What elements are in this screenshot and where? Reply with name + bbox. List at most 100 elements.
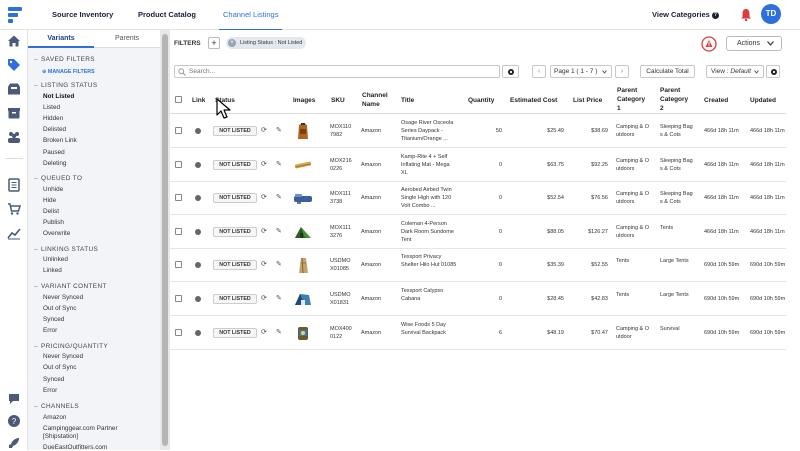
search-settings-button[interactable] [502,65,519,78]
rocket-icon[interactable] [7,436,21,450]
row-checkbox[interactable] [175,261,182,269]
status-badge[interactable]: NOT LISTED [213,126,257,136]
panel-scrollbar[interactable] [160,30,170,450]
filter-item-hide[interactable]: Hide [43,197,56,204]
status-badge[interactable]: NOT LISTED [213,193,257,204]
box-icon[interactable] [7,106,21,120]
title-cell[interactable]: Texsport Privacy Shelter Hilo Hut 01085 [401,253,456,269]
manage-filters-link[interactable]: ⊕ MANAGE FILTERS [42,69,95,75]
col-header-sku[interactable]: SKU [331,96,345,105]
table-row[interactable]: NOT LISTED ⟳ ✎ MOX111 3276 Amazon Coleman 4-Pe… [170,215,786,249]
chat-icon[interactable] [7,392,21,406]
nav-channel-listings[interactable]: Channel Listings [218,10,283,31]
report-icon[interactable] [7,178,21,192]
status-badge[interactable]: NOT LISTED [213,226,257,237]
filter-item-out-of-sync[interactable]: Out of Sync [43,305,76,312]
notification-bell-icon[interactable] [740,8,752,21]
filter-item-delist[interactable]: Delist [43,208,59,215]
row-checkbox[interactable] [175,194,182,202]
view-select[interactable]: View : Default [706,65,764,78]
saved-filters-section[interactable]: – SAVED FILTERS [34,56,95,63]
status-badge[interactable]: NOT LISTED [213,327,257,338]
filter-item-deleting[interactable]: Deleting [43,160,66,167]
filter-item-error[interactable]: Error [43,327,57,334]
filter-item-never-synced[interactable]: Never Synced [43,294,83,301]
table-row[interactable]: NOT LISTED ⟳ ✎ MOX110 7982 Amazon Osage River … [170,114,786,148]
status-badge[interactable]: NOT LISTED [213,159,257,170]
title-cell[interactable]: Wise Foods 5 Day Survival Backpack [401,321,446,337]
col-header-link[interactable]: Link [192,96,205,105]
filter-item-unlinked[interactable]: Unlinked [43,256,68,263]
analytics-icon[interactable] [7,226,21,240]
row-checkbox[interactable] [175,160,182,168]
filter-item-paused[interactable]: Paused [43,149,65,156]
queued-to-section[interactable]: – QUEUED TO [34,175,82,182]
title-cell[interactable]: Texsport Calypso Cabana [401,287,443,303]
col-header-estimated-cost[interactable]: Estimated Cost [510,96,557,105]
nav-product-catalog[interactable]: Product Catalog [138,10,196,19]
tab-variants[interactable]: Variants [28,35,94,48]
product-image-pad[interactable] [293,155,313,175]
linking-status-section[interactable]: – LINKING STATUS [34,246,98,253]
prev-page-button[interactable]: ‹ [532,65,546,78]
filter-item-not-listed[interactable]: Not Listed [43,93,74,100]
remove-filter-icon[interactable]: × [228,39,236,47]
filter-item-never-synced[interactable]: Never Synced [43,353,83,360]
filter-item-linked[interactable]: Linked [43,267,62,274]
refresh-icon[interactable]: ⟳ [261,227,267,235]
filter-item-delisted[interactable]: Delisted [43,126,66,133]
nav-source-inventory[interactable]: Source Inventory [52,10,113,19]
table-row[interactable]: NOT LISTED ⟳ ✎ MOX216 0226 Amazon Kamp-Rite 4 … [170,148,786,182]
title-cell[interactable]: Aerobed Airbed Twin Single High with 120 V… [401,186,452,210]
status-badge[interactable]: NOT LISTED [213,294,257,304]
title-cell[interactable]: Coleman 4-Person Dark Room Sundome Tent [401,220,454,244]
row-checkbox[interactable] [175,328,182,336]
product-image-tent[interactable] [293,222,313,242]
tab-parents[interactable]: Parents [94,35,160,42]
col-header-parent-category-1[interactable]: Parent Category 1 [617,86,645,113]
col-header-quantity[interactable]: Quantity [468,96,494,105]
scrollbar-thumb[interactable] [162,34,168,446]
filter-item-synced[interactable]: Synced [43,316,64,323]
filter-item-unhide[interactable]: Unhide [43,186,63,193]
view-categories-link[interactable]: View Categories ? [652,10,719,19]
col-header-channel-name[interactable]: Channel Name [362,91,388,109]
product-image-backpack[interactable] [293,121,313,141]
edit-icon[interactable]: ✎ [276,227,282,235]
cart-icon[interactable] [7,202,21,216]
product-image-cabana[interactable] [293,289,313,309]
table-row[interactable]: NOT LISTED ⟳ ✎ MOX400 0122 Amazon Wise Foods 5… [170,316,786,350]
title-cell[interactable]: Kamp-Rite 4 + Self Inflating Mat - Mega XL [401,153,450,177]
col-header-list-price[interactable]: List Price [573,96,602,105]
edit-icon[interactable]: ✎ [276,294,282,302]
select-all-checkbox[interactable] [175,96,182,103]
refresh-icon[interactable]: ⟳ [261,193,267,201]
col-header-title[interactable]: Title [401,96,414,105]
product-image-survival[interactable] [293,323,313,343]
view-settings-button[interactable] [766,65,780,78]
actions-dropdown[interactable]: Actions [726,36,782,51]
channels-section[interactable]: – CHANNELS [34,403,79,410]
calculate-total-button[interactable]: Calculate Total [640,65,695,78]
table-row[interactable]: NOT LISTED ⟳ ✎ USDMO X01831 Amazon Texsport Ca… [170,282,786,316]
filter-item-broken-link[interactable]: Broken Link [43,137,77,144]
variant-content-section[interactable]: – VARIANT CONTENT [34,283,107,290]
row-checkbox[interactable] [175,127,182,134]
edit-icon[interactable]: ✎ [276,160,282,168]
add-filter-button[interactable]: + [208,37,220,49]
refresh-icon[interactable]: ⟳ [261,294,267,302]
product-image-shelter[interactable] [293,255,313,275]
row-checkbox[interactable] [175,227,182,235]
filter-item-overwrite[interactable]: Overwrite [43,230,70,237]
filter-item-out-of-sync[interactable]: Out of Sync [43,364,76,371]
edit-icon[interactable]: ✎ [276,260,282,268]
main-scrollbar[interactable] [790,30,800,450]
app-logo-icon[interactable] [6,6,24,24]
help-circle-icon[interactable]: ? [7,414,21,428]
filter-item-amazon[interactable]: Amazon [43,414,66,421]
edit-icon[interactable]: ✎ [276,328,282,336]
title-cell[interactable]: Osage River Osceola Series Daypack - Titan… [401,119,453,143]
refresh-icon[interactable]: ⟳ [261,160,267,168]
refresh-icon[interactable]: ⟳ [261,328,267,336]
edit-icon[interactable]: ✎ [276,126,282,134]
